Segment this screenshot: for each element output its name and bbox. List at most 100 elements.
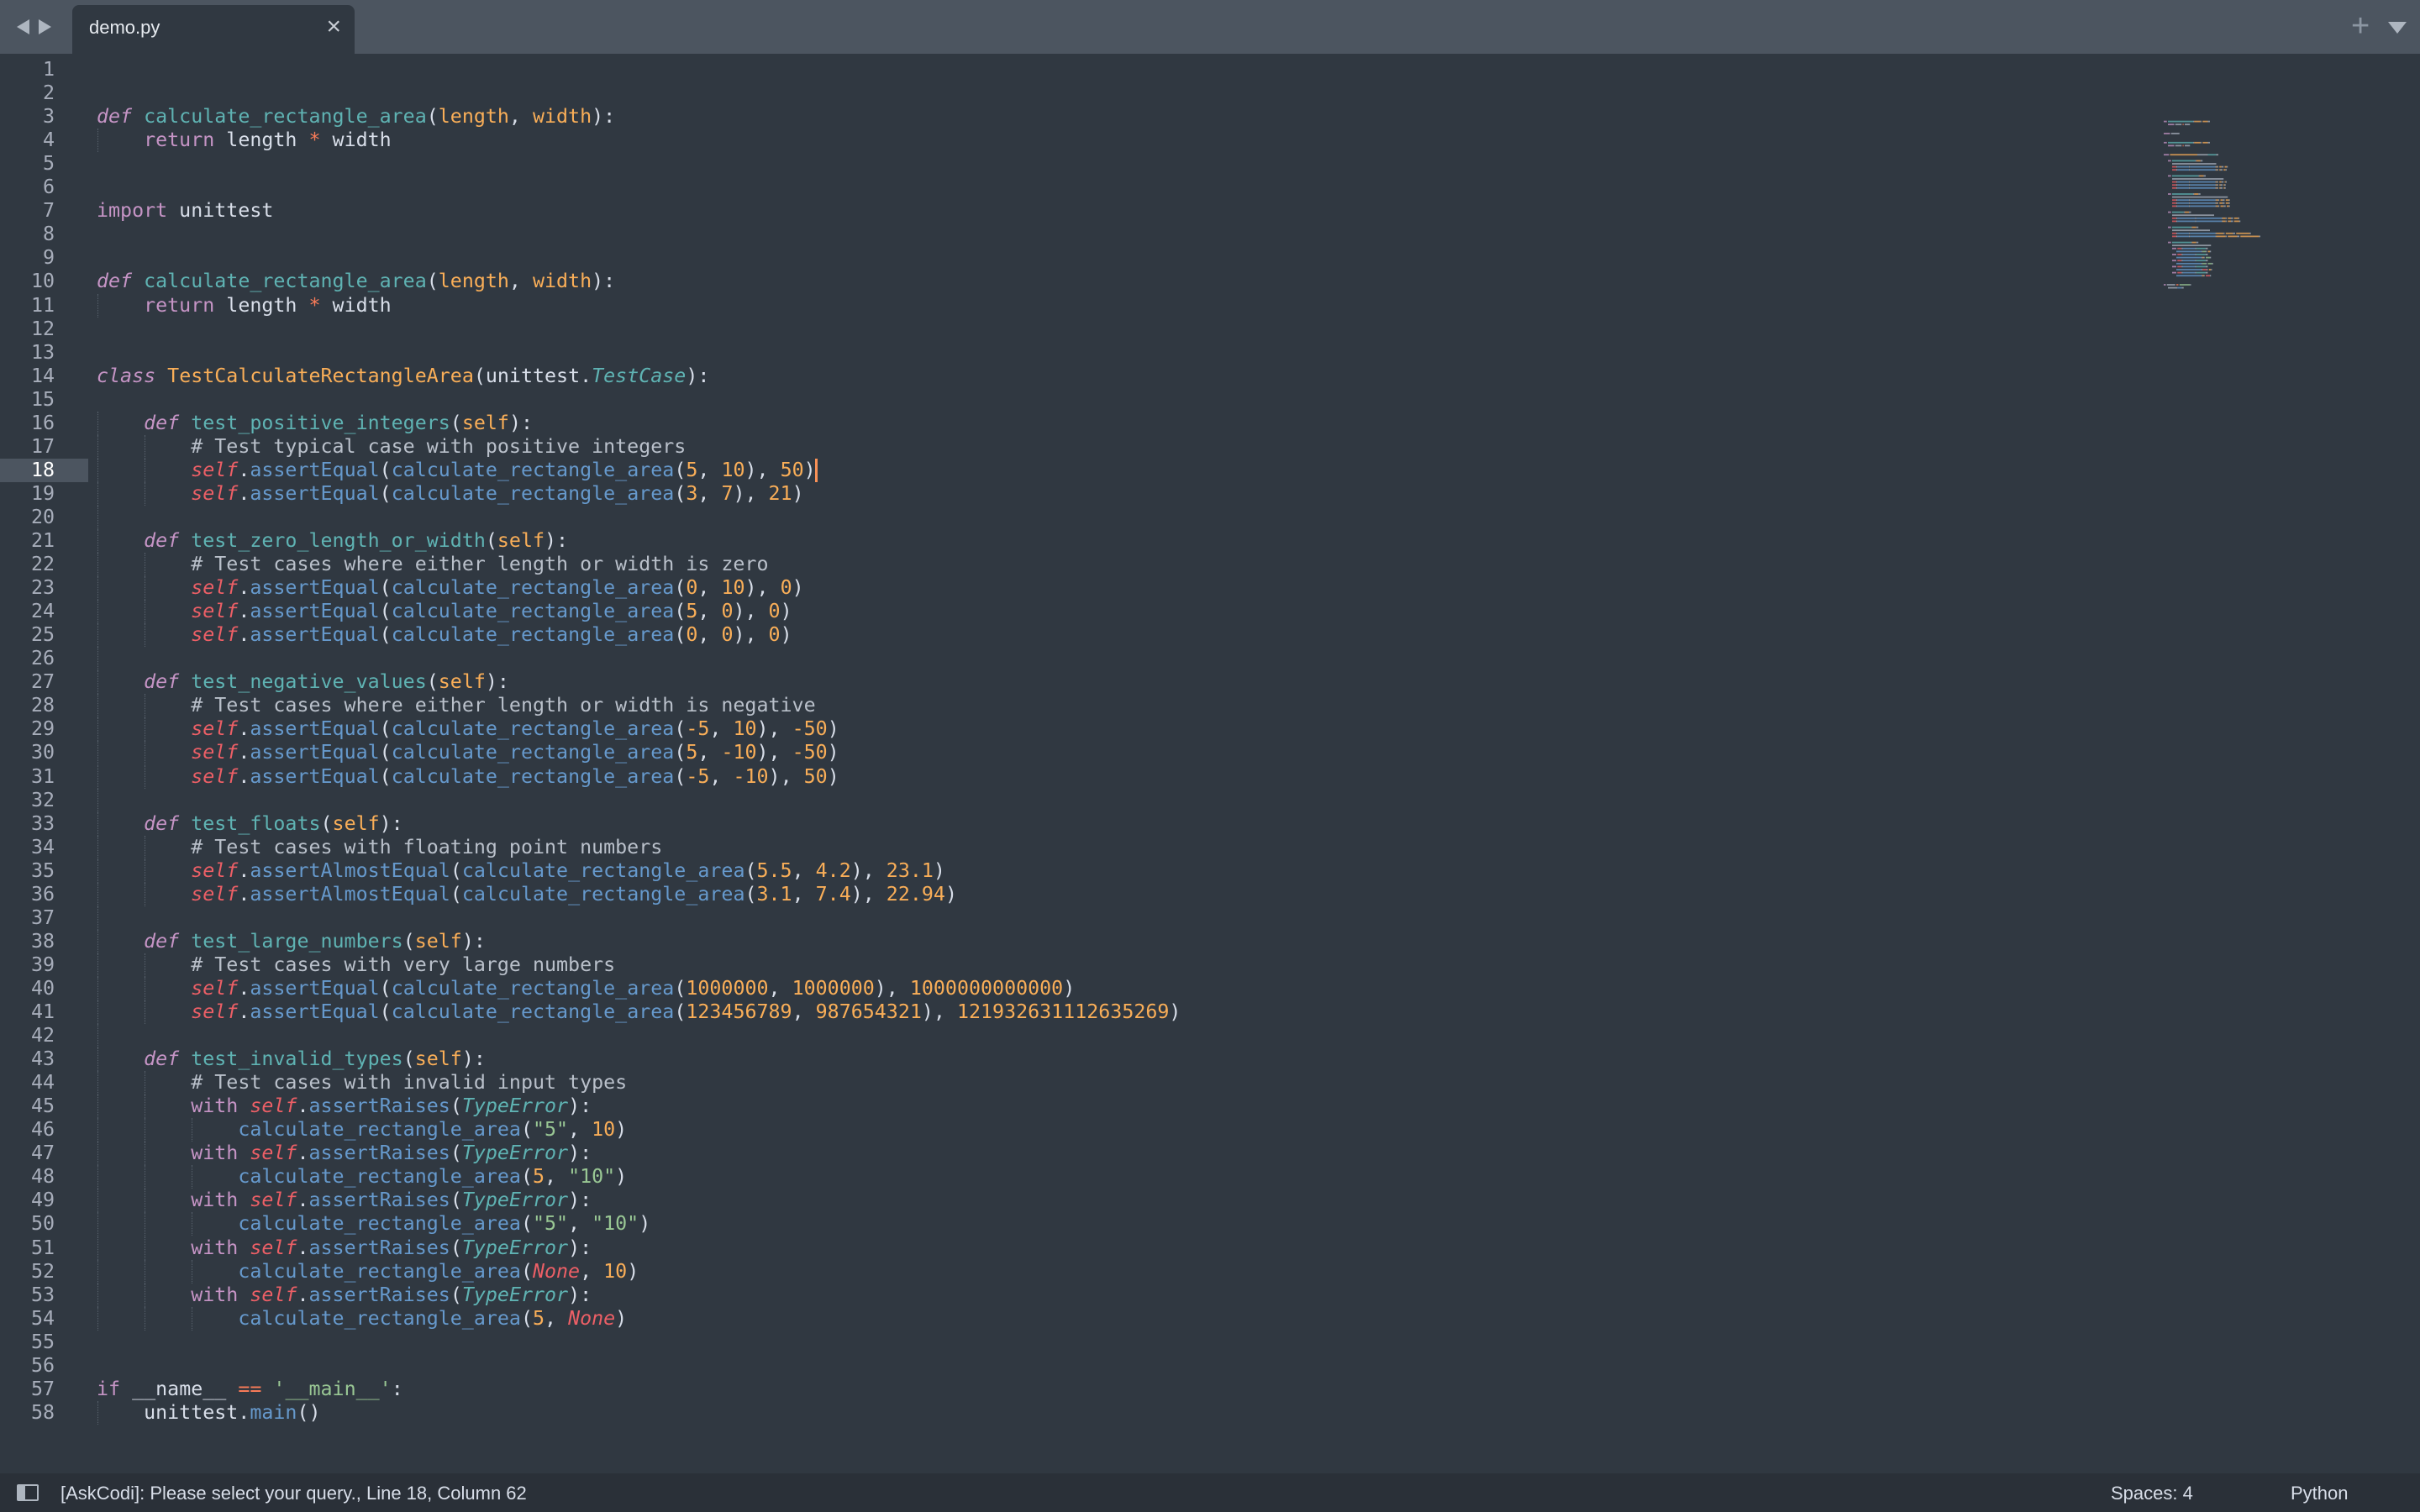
- code-line[interactable]: self.assertAlmostEqual(calculate_rectang…: [97, 859, 945, 883]
- minimap-token: [2221, 181, 2224, 183]
- minimap-token: [2224, 184, 2226, 186]
- indent-guide: [97, 505, 98, 529]
- code-line[interactable]: self.assertEqual(calculate_rectangle_are…: [97, 459, 815, 482]
- close-icon[interactable]: ×: [326, 14, 341, 39]
- minimap[interactable]: [2164, 114, 2332, 316]
- code-token: test_positive_integers: [191, 411, 450, 434]
- line-number: 12: [30, 317, 55, 340]
- line-number: 14: [30, 364, 55, 387]
- minimap-token: [2181, 254, 2183, 255]
- code-token: (: [426, 270, 439, 293]
- code-token: ): [792, 481, 804, 505]
- code-line[interactable]: calculate_rectangle_area("5", "10"): [97, 1212, 650, 1236]
- line-number: 43: [30, 1047, 55, 1071]
- indentation-setting[interactable]: Spaces: 4: [2111, 1483, 2193, 1504]
- code-line[interactable]: def test_zero_length_or_width(self):: [97, 529, 568, 553]
- code-line[interactable]: self.assertEqual(calculate_rectangle_are…: [97, 977, 1075, 1000]
- code-line[interactable]: import unittest: [97, 199, 273, 223]
- minimap-token: [2172, 165, 2176, 168]
- code-line[interactable]: class TestCalculateRectangleArea(unittes…: [97, 365, 709, 388]
- code-line[interactable]: with self.assertRaises(TypeError):: [97, 1236, 592, 1260]
- code-line[interactable]: with self.assertRaises(TypeError):: [97, 1095, 592, 1118]
- minimap-token: [2203, 256, 2205, 259]
- code-line[interactable]: self.assertEqual(calculate_rectangle_are…: [97, 623, 792, 647]
- code-view[interactable]: def calculate_rectangle_area(length, wid…: [97, 54, 2147, 1473]
- code-line[interactable]: def test_positive_integers(self):: [97, 412, 533, 435]
- tab-demo-py[interactable]: demo.py ×: [72, 5, 355, 54]
- code-token: (: [674, 741, 687, 764]
- minimap-token: [2177, 181, 2189, 183]
- code-line[interactable]: if __name__ == '__main__':: [97, 1378, 403, 1401]
- line-number: 3: [42, 105, 55, 129]
- syntax-language[interactable]: Python: [2291, 1483, 2349, 1504]
- code-token: 4.2: [815, 858, 851, 882]
- code-line[interactable]: calculate_rectangle_area(5, None): [97, 1307, 627, 1331]
- minimap-token: [2215, 186, 2217, 189]
- sidebar-toggle-icon[interactable]: [17, 1484, 39, 1501]
- code-line[interactable]: calculate_rectangle_area(5, "10"): [97, 1165, 627, 1189]
- code-token: ): [827, 741, 839, 764]
- code-line[interactable]: def test_invalid_types(self):: [97, 1047, 486, 1071]
- code-line[interactable]: self.assertEqual(calculate_rectangle_are…: [97, 1000, 1181, 1024]
- code-token: self: [250, 1283, 297, 1306]
- code-line[interactable]: # Test cases where either length or widt…: [97, 553, 768, 576]
- code-token: 10: [603, 1259, 628, 1283]
- code-line[interactable]: def calculate_rectangle_area(length, wid…: [97, 105, 615, 129]
- minimap-token: [2249, 232, 2251, 234]
- code-line[interactable]: def test_negative_values(self):: [97, 670, 509, 694]
- minimap-token: [2225, 202, 2229, 204]
- code-line[interactable]: # Test cases with very large numbers: [97, 953, 615, 977]
- code-line[interactable]: return length * width: [97, 129, 392, 152]
- code-line[interactable]: calculate_rectangle_area("5", 10): [97, 1118, 627, 1142]
- code-token: (: [450, 882, 462, 906]
- code-token: self: [191, 976, 239, 1000]
- code-token: calculate_rectangle_area: [391, 481, 675, 505]
- editor-area[interactable]: 1 2 3 4 5 6 7 8 9 10 11 12 13 14 15 16 17 18 19 20 21 22 23 24 2…: [0, 54, 2420, 1473]
- code-token: ):: [568, 1189, 592, 1212]
- code-token: def: [97, 270, 133, 293]
- code-line[interactable]: self.assertEqual(calculate_rectangle_are…: [97, 741, 839, 764]
- code-token: :: [391, 1377, 403, 1400]
- code-line[interactable]: # Test cases where either length or widt…: [97, 694, 815, 717]
- code-line[interactable]: with self.assertRaises(TypeError):: [97, 1189, 592, 1212]
- code-token: ): [615, 1165, 628, 1189]
- minimap-token: [2206, 247, 2208, 249]
- code-line[interactable]: def calculate_rectangle_area(length, wid…: [97, 270, 615, 293]
- minimap-token: [2200, 160, 2203, 162]
- chevron-right-icon[interactable]: [39, 19, 51, 34]
- code-line[interactable]: with self.assertRaises(TypeError):: [97, 1142, 592, 1165]
- code-token: self: [332, 811, 380, 835]
- code-token: 50: [803, 764, 828, 788]
- minimap-token: [2225, 199, 2229, 202]
- code-line[interactable]: self.assertAlmostEqual(calculate_rectang…: [97, 883, 957, 906]
- plus-icon[interactable]: +: [2351, 10, 2370, 42]
- code-line[interactable]: calculate_rectangle_area(None, 10): [97, 1260, 639, 1284]
- code-line[interactable]: # Test cases with invalid input types: [97, 1071, 627, 1095]
- chevron-left-icon[interactable]: [17, 19, 29, 34]
- minimap-token: [2196, 160, 2201, 162]
- code-line[interactable]: self.assertEqual(calculate_rectangle_are…: [97, 481, 804, 506]
- code-token: -5: [686, 717, 710, 741]
- code-token: assertEqual: [250, 764, 380, 788]
- code-line[interactable]: self.assertEqual(calculate_rectangle_are…: [97, 717, 839, 741]
- code-line[interactable]: with self.assertRaises(TypeError):: [97, 1284, 592, 1307]
- code-line[interactable]: unittest.main(): [97, 1401, 320, 1425]
- code-line[interactable]: self.assertEqual(calculate_rectangle_are…: [97, 600, 792, 623]
- code-token: .: [297, 1189, 309, 1212]
- code-token: (: [520, 1212, 533, 1236]
- code-line[interactable]: return length * width: [97, 294, 392, 318]
- code-line[interactable]: self.assertEqual(calculate_rectangle_are…: [97, 576, 803, 600]
- code-token: 0: [768, 600, 781, 623]
- code-token: assertRaises: [308, 1283, 450, 1306]
- code-line[interactable]: # Test cases with floating point numbers: [97, 836, 662, 859]
- code-line[interactable]: # Test typical case with positive intege…: [97, 435, 686, 459]
- chevron-down-icon[interactable]: [2388, 22, 2407, 34]
- minimap-token: [2216, 154, 2218, 156]
- code-line[interactable]: self.assertEqual(calculate_rectangle_are…: [97, 765, 839, 789]
- code-line[interactable]: def test_floats(self):: [97, 812, 403, 836]
- minimap-token: [2182, 123, 2184, 126]
- code-line[interactable]: def test_large_numbers(self):: [97, 930, 486, 953]
